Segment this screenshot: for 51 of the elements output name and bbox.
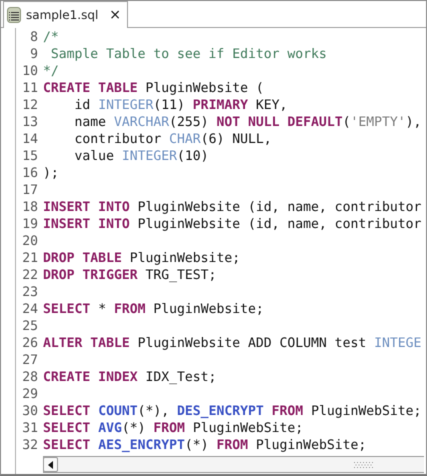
code-line: value INTEGER(10) <box>74 148 209 165</box>
line-number: 8 <box>29 29 38 46</box>
left-arrow-icon <box>48 460 54 468</box>
code-line: INSERT INTO PluginWebsite (id, name, contributor <box>43 199 422 216</box>
line-number: 26 <box>21 335 38 352</box>
code-line: CREATE INDEX IDX_Test; <box>43 369 216 386</box>
line-number: 31 <box>21 420 38 437</box>
file-icon <box>7 7 23 23</box>
line-number: 32 <box>21 437 38 454</box>
line-number: 21 <box>21 250 38 267</box>
line-number: 25 <box>21 318 38 335</box>
scroll-left-button[interactable] <box>43 457 58 472</box>
code-line: ALTER TABLE PluginWebsite ADD COLUMN test INTEGE <box>43 335 422 352</box>
code-line: DROP TABLE PluginWebsite; <box>43 250 240 267</box>
line-number: 22 <box>21 267 38 284</box>
line-number: 13 <box>21 114 38 131</box>
line-number: 27 <box>21 352 38 369</box>
code-line: SELECT * FROM PluginWebsite; <box>43 301 264 318</box>
file-tab[interactable]: sample1.sql × <box>3 1 128 28</box>
code-line: INSERT INTO PluginWebsite (id, name, contributor <box>43 216 422 233</box>
line-number: 11 <box>21 80 38 97</box>
line-number: 23 <box>21 284 38 301</box>
code-line: contributor CHAR(6) NULL, <box>74 131 272 148</box>
line-number: 24 <box>21 301 38 318</box>
code-line: Sample Table to see if Editor works <box>50 46 327 63</box>
line-number: 17 <box>21 182 38 199</box>
horizontal-scrollbar[interactable] <box>43 456 424 473</box>
code-line: CREATE TABLE PluginWebsite ( <box>43 80 264 97</box>
code-line: */ <box>43 63 59 80</box>
line-number: 30 <box>21 403 38 420</box>
line-number: 9 <box>29 46 38 63</box>
code-line: SELECT AES_ENCRYPT(*) FROM PluginWebSite; <box>43 437 366 454</box>
code-line: ); <box>43 165 59 182</box>
line-number: 12 <box>21 97 38 114</box>
line-number: 10 <box>21 63 38 80</box>
line-number: 29 <box>21 386 38 403</box>
code-line: SELECT AVG(*) FROM PluginWebSite; <box>43 420 304 437</box>
close-button[interactable]: × <box>101 8 122 22</box>
line-number: 28 <box>21 369 38 386</box>
code-line: id INTEGER(11) PRIMARY KEY, <box>74 97 288 114</box>
line-number: 16 <box>21 165 38 182</box>
code-line: DROP TRIGGER TRG_TEST; <box>43 267 216 284</box>
code-line: /* <box>43 29 59 46</box>
line-number: 14 <box>21 131 38 148</box>
line-number: 19 <box>21 216 38 233</box>
line-number: 15 <box>21 148 38 165</box>
line-number: 18 <box>21 199 38 216</box>
code-line: SELECT COUNT(*), DES_ENCRYPT FROM PluginWebSite; <box>43 403 422 420</box>
code-line: name VARCHAR(255) NOT NULL DEFAULT('EMPTY'), <box>74 114 422 131</box>
tab-title: sample1.sql <box>26 7 98 24</box>
line-number: 20 <box>21 233 38 250</box>
